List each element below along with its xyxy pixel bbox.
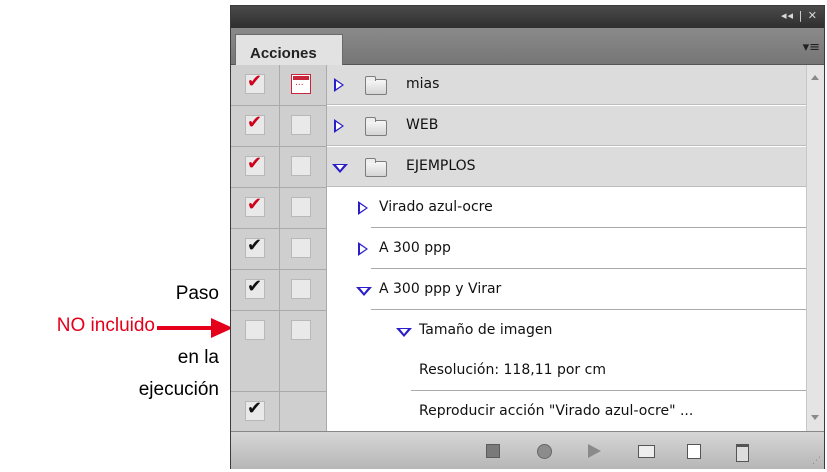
- set-label: mias: [406, 76, 440, 92]
- set-label: EJEMPLOS: [406, 158, 476, 174]
- list-item-action-a300-virar[interactable]: ✔ A 300 ppp y Virar: [231, 270, 807, 310]
- annotation-ejecucion: ejecución: [138, 379, 219, 400]
- set-folder-icon: [365, 117, 387, 136]
- set-label: WEB: [406, 117, 439, 133]
- resize-grip-icon[interactable]: ⋰: [812, 456, 821, 466]
- list-item-action-virado[interactable]: ✔ Virado azul-ocre: [231, 188, 807, 228]
- toggle-item-checkbox[interactable]: ✔: [245, 277, 265, 299]
- list-item-detail-resolucion: Resolución: 118,11 por cm: [231, 351, 807, 391]
- record-icon[interactable]: [537, 444, 552, 459]
- expand-triangle-icon[interactable]: [334, 119, 344, 133]
- set-folder-icon: [365, 76, 387, 95]
- toggle-item-checkbox[interactable]: ✔: [245, 72, 265, 94]
- list-item-command-tamano[interactable]: Tamaño de imagen: [231, 311, 807, 351]
- action-label: A 300 ppp y Virar: [379, 281, 502, 297]
- toggle-dialog-checkbox[interactable]: [291, 115, 311, 135]
- toggle-item-checkbox[interactable]: ✔: [245, 154, 265, 176]
- list-item-action-a300[interactable]: ✔ A 300 ppp: [231, 229, 807, 269]
- scroll-down-icon[interactable]: [811, 415, 819, 420]
- collapse-close-controls[interactable]: ◂◂ | ✕: [781, 9, 818, 22]
- toggle-dialog-checkbox[interactable]: [291, 156, 311, 176]
- toggle-dialog-checkbox[interactable]: [291, 279, 311, 299]
- list-item-command-reproducir[interactable]: ✔ Reproducir acción "Virado azul-ocre" .…: [231, 392, 807, 432]
- action-label: A 300 ppp: [379, 240, 451, 256]
- toggle-dialog-checkbox[interactable]: [291, 197, 311, 217]
- annotation-arrow-line: [157, 326, 215, 330]
- action-label: Virado azul-ocre: [379, 199, 493, 215]
- play-icon[interactable]: [588, 444, 601, 458]
- expand-triangle-icon[interactable]: [334, 78, 344, 92]
- panel-menu-icon[interactable]: ▾≡: [803, 40, 820, 55]
- toggle-dialog-icon[interactable]: ...: [291, 74, 311, 94]
- list-item-set-mias[interactable]: ✔ ... mias: [231, 65, 807, 105]
- actions-panel: ◂◂ | ✕ Acciones ▾≡ ✔ ... mias ✔ WEB ✔ EJ…: [230, 5, 825, 469]
- collapse-triangle-icon[interactable]: [396, 328, 412, 337]
- toggle-item-checkbox[interactable]: ✔: [245, 113, 265, 135]
- toggle-dialog-checkbox[interactable]: [291, 238, 311, 258]
- annotation-no-incluido: NO incluido: [56, 315, 155, 336]
- new-action-icon[interactable]: [687, 444, 701, 459]
- list-item-set-web[interactable]: ✔ WEB: [231, 106, 807, 146]
- list-item-set-ejemplos[interactable]: ✔ EJEMPLOS: [231, 147, 807, 187]
- command-label: Reproducir acción "Virado azul-ocre" ...: [419, 403, 694, 419]
- collapse-triangle-icon[interactable]: [332, 164, 348, 173]
- annotation-paso: Paso: [175, 283, 219, 304]
- stop-icon[interactable]: [486, 444, 500, 458]
- actions-list: ✔ ... mias ✔ WEB ✔ EJEMPLOS ✔ Virado azu…: [231, 65, 824, 432]
- vertical-scrollbar[interactable]: [806, 65, 824, 431]
- delete-trash-icon[interactable]: [736, 444, 749, 462]
- annotation-en-la: en la: [177, 347, 219, 368]
- toggle-item-checkbox[interactable]: ✔: [245, 195, 265, 217]
- collapse-triangle-icon[interactable]: [356, 287, 372, 296]
- toggle-dialog-checkbox[interactable]: [291, 320, 311, 340]
- command-label: Tamaño de imagen: [419, 322, 553, 338]
- panel-tabbar: Acciones ▾≡: [231, 28, 824, 65]
- toggle-item-checkbox-excluded[interactable]: [245, 320, 265, 340]
- detail-label: Resolución: 118,11 por cm: [419, 362, 606, 378]
- tab-acciones[interactable]: Acciones: [235, 34, 343, 65]
- toggle-item-checkbox[interactable]: ✔: [245, 236, 265, 258]
- expand-triangle-icon[interactable]: [358, 201, 368, 215]
- toggle-item-checkbox[interactable]: ✔: [245, 399, 265, 421]
- new-set-folder-icon[interactable]: [638, 445, 655, 458]
- expand-triangle-icon[interactable]: [358, 242, 368, 256]
- set-folder-icon: [365, 158, 387, 177]
- panel-titlebar: ◂◂ | ✕: [231, 6, 824, 28]
- panel-bottom-toolbar: ⋰: [231, 431, 824, 469]
- scroll-up-icon[interactable]: [811, 75, 819, 80]
